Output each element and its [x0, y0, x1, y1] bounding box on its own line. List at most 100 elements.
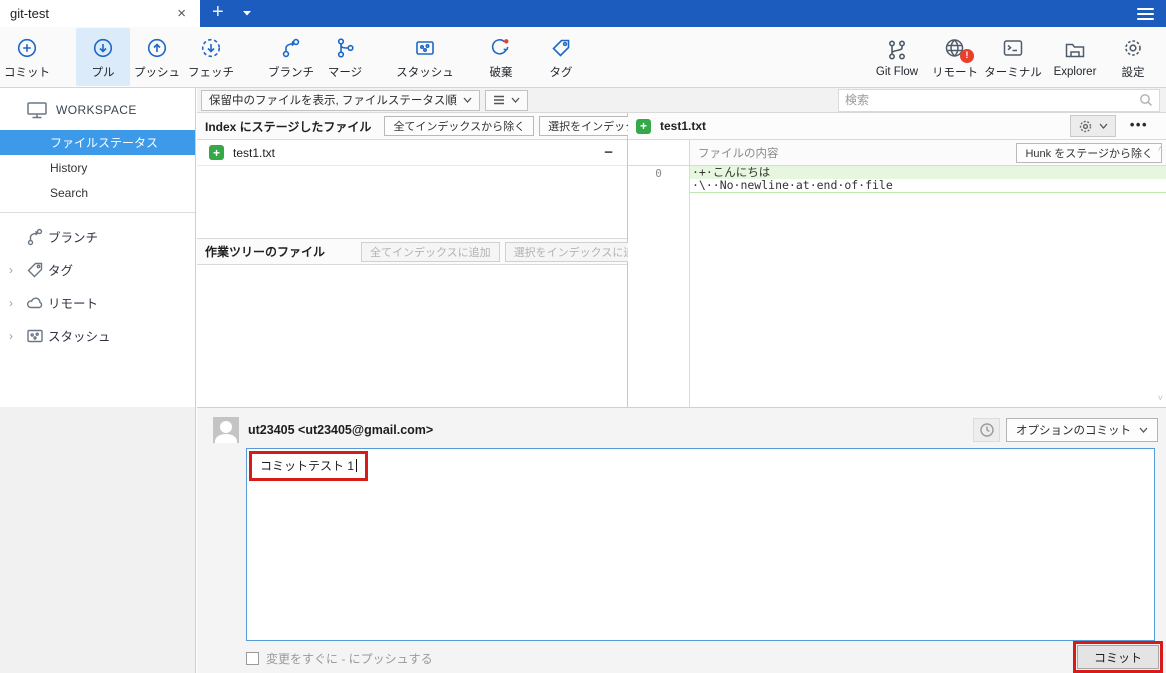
text-caret — [356, 459, 358, 472]
chevron-down-icon — [242, 11, 251, 16]
discard-icon — [489, 35, 513, 61]
search-icon — [1140, 94, 1152, 106]
workspace-header: WORKSPACE — [0, 88, 195, 130]
chevron-down-icon — [1099, 123, 1108, 129]
unstage-file-button[interactable]: − — [600, 144, 617, 161]
staged-header: Index にステージしたファイル 全てインデックスから除く 選択をインデックス… — [197, 113, 700, 140]
filter-bar: 保留中のファイルを表示, ファイルステータス順 — [197, 88, 1166, 113]
clock-icon — [979, 423, 994, 437]
tag-toolbar-button[interactable]: タグ — [534, 28, 588, 86]
status-added-icon: + — [209, 145, 224, 160]
sidebar: WORKSPACE ファイルステータス History Search ブランチ … — [0, 88, 196, 673]
sidebar-divider — [0, 212, 195, 213]
avatar — [213, 417, 239, 443]
commit-button[interactable]: コミット — [1077, 645, 1159, 669]
sidebar-item-search[interactable]: Search — [0, 180, 195, 205]
fetch-toolbar-button[interactable]: フェッチ — [184, 28, 238, 86]
settings-icon — [1121, 35, 1145, 61]
push-toolbar-button[interactable]: プッシュ — [130, 28, 184, 86]
push-checkbox[interactable] — [246, 652, 259, 665]
commit-icon — [15, 35, 39, 61]
merge-icon — [333, 35, 357, 61]
gitflow-icon — [885, 37, 909, 63]
diff-content: ファイルの内容 Hunk をステージから除く ·+·こんにちは ·\··No·n… — [690, 140, 1166, 407]
file-panes: Index にステージしたファイル 全てインデックスから除く 選択をインデックス… — [197, 113, 1166, 407]
commit-panel: ut23405 <ut23405@gmail.com> オプションのコミット コ… — [197, 407, 1166, 673]
staged-pane: Index にステージしたファイル 全てインデックスから除く 選択をインデックス… — [197, 113, 700, 407]
gear-icon — [1079, 120, 1092, 132]
main-area: 保留中のファイルを表示, ファイルステータス順 Index にステージしたファイ… — [197, 88, 1166, 673]
scroll-up-icon[interactable]: ˄ — [1158, 144, 1163, 154]
gitflow-toolbar-button[interactable]: Git Flow — [866, 28, 928, 86]
diff-gutter: 0 — [628, 140, 690, 407]
stage-all-button[interactable]: 全てインデックスに追加 — [361, 241, 500, 262]
discard-toolbar-button[interactable]: 破棄 — [474, 28, 528, 86]
commit-options-dropdown[interactable]: オプションのコミット — [1006, 418, 1158, 442]
unstage-all-button[interactable]: 全てインデックスから除く — [384, 116, 535, 136]
status-added-icon: + — [636, 118, 651, 134]
worktree-empty-area — [197, 265, 627, 407]
diff-body: 0 ファイルの内容 Hunk をステージから除く ·+·こんにちは ·\··No… — [628, 140, 1166, 407]
search-input[interactable] — [845, 93, 1139, 107]
sidebar-item-history[interactable]: History — [0, 155, 195, 180]
commit-author-row: ut23405 <ut23405@gmail.com> オプションのコミット — [197, 408, 1166, 443]
sidebar-group-branches[interactable]: ブランチ — [0, 220, 195, 253]
unstage-hunk-button[interactable]: Hunk をステージから除く — [1016, 142, 1162, 163]
annotation-box-message: コミットテスト 1 — [249, 451, 369, 481]
chevron-down-icon — [463, 97, 472, 103]
push-immediately-row[interactable]: 変更をすぐに - にプッシュする — [246, 650, 433, 667]
remote-toolbar-button[interactable]: ! リモート — [928, 28, 982, 86]
commit-message-box[interactable]: コミットテスト 1 — [246, 448, 1155, 641]
explorer-icon — [1063, 37, 1087, 63]
close-icon[interactable]: × — [173, 5, 190, 22]
view-options-dropdown[interactable] — [484, 89, 528, 111]
hunk-header: ファイルの内容 Hunk をステージから除く — [690, 140, 1166, 166]
new-tab-button[interactable]: + — [200, 0, 236, 27]
push-checkbox-label: 変更をすぐに - にプッシュする — [266, 652, 433, 666]
chevron-right-icon[interactable]: › — [0, 329, 22, 343]
diff-eof-line[interactable]: ·\··No·newline·at·end·of·file — [690, 179, 1166, 192]
list-icon — [493, 95, 504, 105]
toolbar-right-group: Git Flow ! リモート ターミナル Explorer 設定 — [866, 28, 1160, 86]
chevron-right-icon[interactable]: › — [0, 263, 22, 277]
chevron-down-icon — [511, 97, 520, 103]
titlebar: git-test × + — [0, 0, 1166, 27]
commit-toolbar-button[interactable]: コミット — [0, 28, 54, 86]
sidebar-item-file-status[interactable]: ファイルステータス — [0, 130, 195, 155]
stash-toolbar-button[interactable]: スタッシュ — [396, 28, 454, 86]
sidebar-group-stashes[interactable]: › スタッシュ — [0, 319, 195, 352]
remote-alert-badge: ! — [960, 48, 974, 63]
merge-toolbar-button[interactable]: マージ — [318, 28, 372, 86]
staged-file-row[interactable]: + test1.txt − — [197, 140, 627, 166]
sidebar-group-remotes[interactable]: › リモート — [0, 286, 195, 319]
staged-empty-area — [197, 166, 627, 238]
terminal-icon — [1001, 35, 1025, 61]
chevron-down-icon — [1139, 427, 1148, 433]
pull-icon — [91, 35, 115, 61]
commit-history-button[interactable] — [973, 418, 1000, 442]
more-options-button[interactable]: ••• — [1116, 117, 1160, 136]
commit-message-text: コミットテスト 1 — [260, 459, 355, 473]
branch-icon — [22, 227, 48, 247]
sidebar-group-tags[interactable]: › タグ — [0, 253, 195, 286]
chevron-right-icon[interactable]: › — [0, 296, 22, 310]
branch-toolbar-button[interactable]: ブランチ — [264, 28, 318, 86]
sidebar-lower-area — [0, 407, 195, 673]
worktree-header: 作業ツリーのファイル 全てインデックスに追加 選択をインデックスに追加 — [197, 238, 655, 265]
settings-toolbar-button[interactable]: 設定 — [1106, 28, 1160, 86]
tag-icon — [549, 35, 573, 61]
tag-icon — [22, 260, 48, 280]
repo-tab[interactable]: git-test × — [0, 0, 200, 27]
menu-icon[interactable] — [1137, 7, 1154, 20]
diff-settings-button[interactable] — [1069, 115, 1116, 137]
sourcetree-window: git-test × + コミット プル プッシュ フェッチ ブランチ マージ … — [0, 0, 1166, 673]
tab-dropdown-button[interactable] — [236, 0, 258, 27]
explorer-toolbar-button[interactable]: Explorer — [1044, 28, 1106, 86]
terminal-toolbar-button[interactable]: ターミナル — [982, 28, 1044, 86]
search-box[interactable] — [838, 88, 1160, 112]
remote-icon: ! — [943, 35, 974, 63]
pull-toolbar-button[interactable]: プル — [76, 28, 130, 86]
file-filter-dropdown[interactable]: 保留中のファイルを表示, ファイルステータス順 — [201, 89, 480, 111]
scroll-down-icon[interactable]: ˅ — [1158, 393, 1163, 403]
stash-icon — [413, 35, 437, 61]
